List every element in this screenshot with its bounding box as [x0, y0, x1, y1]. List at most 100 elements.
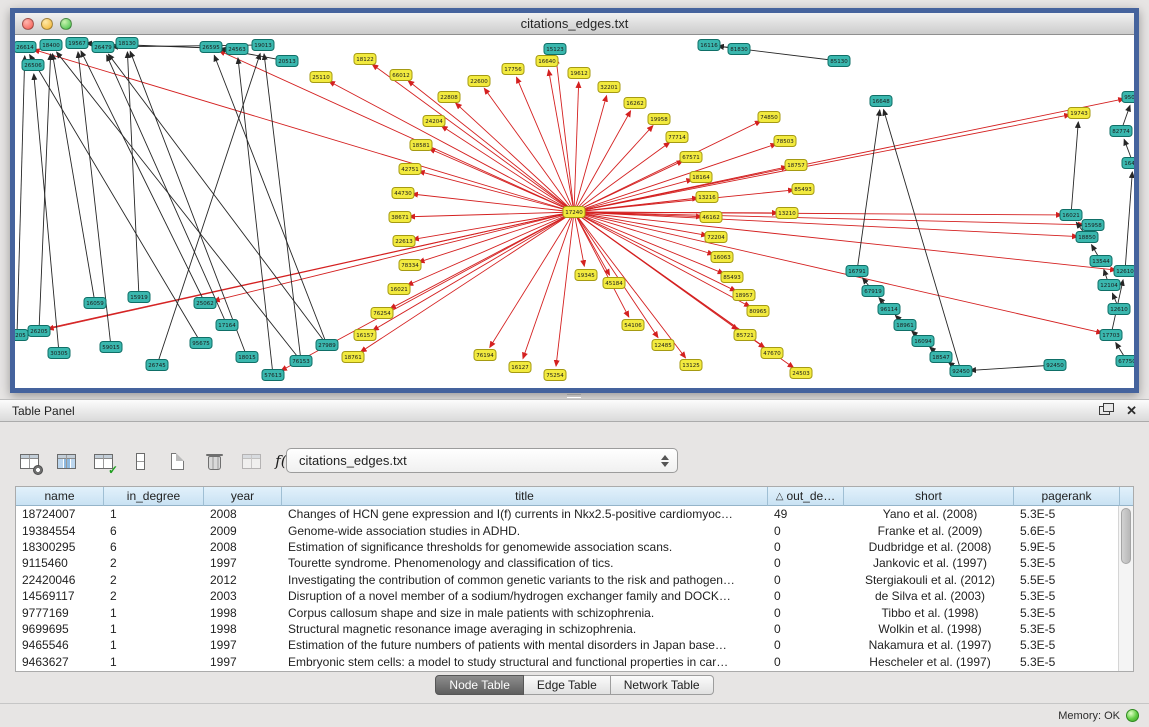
graph-node[interactable]: 77714 [666, 132, 688, 143]
table-cell[interactable]: 0 [768, 606, 844, 620]
vertical-scrollbar[interactable] [1118, 506, 1133, 671]
table-cell[interactable]: 2009 [204, 524, 282, 538]
close-panel-icon[interactable]: ✕ [1126, 403, 1137, 419]
network-canvas[interactable]: 1724022808242041858142751447303867122613… [15, 35, 1134, 387]
table-row[interactable]: 969969511998Structural magnetic resonanc… [16, 621, 1133, 637]
graph-node[interactable]: 32201 [598, 82, 620, 93]
table-cell[interactable]: 9699695 [16, 622, 104, 636]
select-columns-button[interactable]: ✓ [90, 449, 116, 473]
graph-node[interactable]: 92450 [1044, 360, 1066, 371]
table-cell[interactable]: Disruption of a novel member of a sodium… [282, 589, 768, 603]
graph-node[interactable]: 95675 [190, 338, 212, 349]
graph-edge[interactable] [574, 115, 1070, 212]
graph-node[interactable]: 13544 [1090, 256, 1112, 267]
graph-node[interactable]: 16059 [84, 298, 106, 309]
table-cell[interactable]: 0 [768, 540, 844, 554]
graph-edge[interactable] [574, 111, 631, 212]
graph-node[interactable]: 17756 [502, 64, 524, 75]
table-selector-combobox[interactable]: citations_edges.txt [286, 448, 678, 473]
table-cell[interactable]: 5.3E-5 [1014, 606, 1120, 620]
tab-node-table[interactable]: Node Table [435, 675, 524, 695]
table-row[interactable]: 977716911998Corpus callosum shape and si… [16, 604, 1133, 620]
table-cell[interactable]: Tourette syndrome. Phenomenology and cla… [282, 556, 768, 570]
table-cell[interactable]: 2 [104, 573, 204, 587]
graph-edge[interactable] [884, 110, 961, 371]
table-cell[interactable]: Franke et al. (2009) [844, 524, 1014, 538]
graph-node[interactable]: 18015 [236, 352, 258, 363]
graph-edge[interactable] [361, 212, 574, 352]
graph-edge[interactable] [574, 212, 629, 317]
graph-node[interactable]: 67919 [862, 286, 884, 297]
table-cell[interactable]: 1997 [204, 556, 282, 570]
table-cell[interactable]: 2 [104, 589, 204, 603]
graph-edge[interactable] [1125, 172, 1132, 271]
graph-edge[interactable] [556, 58, 574, 212]
graph-node[interactable]: 95059 [1122, 92, 1134, 103]
graph-edge[interactable] [157, 54, 260, 365]
row-options-button[interactable] [127, 449, 153, 473]
table-cell[interactable]: 1 [104, 606, 204, 620]
graph-node[interactable]: 19612 [568, 68, 590, 79]
graph-node[interactable]: 22600 [468, 76, 490, 87]
close-window-icon[interactable] [22, 18, 34, 30]
graph-node[interactable]: 25205 [15, 330, 28, 341]
graph-node[interactable]: 17240 [563, 207, 585, 218]
table-cell[interactable]: 1997 [204, 638, 282, 652]
graph-edge[interactable] [130, 51, 247, 357]
table-cell[interactable]: 5.5E-5 [1014, 573, 1120, 587]
graph-node[interactable]: 66012 [390, 70, 412, 81]
graph-node[interactable]: 27989 [316, 340, 338, 351]
table-cell[interactable]: Estimation of the future numbers of pati… [282, 638, 768, 652]
graph-node[interactable]: 16021 [1060, 210, 1082, 221]
graph-edge[interactable] [574, 212, 736, 291]
table-cell[interactable]: 5.3E-5 [1014, 655, 1120, 669]
table-cell[interactable]: 9115460 [16, 556, 104, 570]
graph-node[interactable]: 18850 [1076, 232, 1098, 243]
graph-node[interactable]: 19567 [66, 38, 88, 49]
table-cell[interactable]: 0 [768, 655, 844, 669]
table-cell[interactable]: Nakamura et al. (1997) [844, 638, 1014, 652]
graph-node[interactable]: 19958 [648, 114, 670, 125]
table-cell[interactable]: Estimation of significance thresholds fo… [282, 540, 768, 554]
graph-node[interactable]: 16116 [698, 40, 720, 51]
graph-node[interactable]: 45184 [603, 278, 625, 289]
graph-node[interactable]: 22808 [438, 92, 460, 103]
graph-edge[interactable] [34, 74, 59, 353]
table-cell[interactable]: 5.9E-5 [1014, 540, 1120, 554]
graph-node[interactable]: 18122 [354, 54, 376, 65]
table-cell[interactable]: 18724007 [16, 507, 104, 521]
scrollbar-thumb[interactable] [1121, 508, 1131, 564]
table-row[interactable]: 1872400712008Changes of HCN gene express… [16, 506, 1133, 522]
graph-edge[interactable] [1071, 122, 1078, 215]
table-cell[interactable]: Dudbridge et al. (2008) [844, 540, 1014, 554]
graph-edge[interactable] [419, 212, 574, 262]
graph-node[interactable]: 19013 [252, 40, 274, 51]
graph-node[interactable]: 18400 [40, 40, 62, 51]
graph-node[interactable]: 72204 [705, 232, 727, 243]
table-cell[interactable]: 1 [104, 638, 204, 652]
column-header-year[interactable]: year [204, 487, 282, 506]
table-row[interactable]: 1830029562008Estimation of significance … [16, 539, 1133, 555]
graph-edge[interactable] [48, 212, 574, 329]
graph-node[interactable]: 13210 [776, 208, 798, 219]
graph-edge[interactable] [408, 81, 574, 212]
table-cell[interactable]: 0 [768, 589, 844, 603]
graph-node[interactable]: 19743 [1068, 108, 1090, 119]
graph-node[interactable]: 82774 [1110, 126, 1132, 137]
table-cell[interactable]: Tibbo et al. (1998) [844, 606, 1014, 620]
graph-node[interactable]: 75254 [544, 370, 566, 381]
graph-node[interactable]: 26745 [146, 360, 168, 371]
graph-node[interactable]: 76153 [290, 356, 312, 367]
graph-node[interactable]: 30305 [48, 348, 70, 359]
graph-edge[interactable] [373, 212, 574, 330]
tab-network-table[interactable]: Network Table [611, 675, 714, 695]
graph-node[interactable]: 17164 [216, 320, 238, 331]
new-column-button[interactable] [164, 449, 190, 473]
graph-node[interactable]: 12485 [652, 340, 674, 351]
graph-node[interactable]: 22613 [393, 236, 415, 247]
graph-node[interactable]: 44730 [392, 188, 414, 199]
graph-edge[interactable] [523, 212, 574, 359]
network-view[interactable]: 1724022808242041858142751447303867122613… [15, 35, 1134, 387]
graph-node[interactable]: 67571 [680, 152, 702, 163]
table-cell[interactable]: 2008 [204, 507, 282, 521]
